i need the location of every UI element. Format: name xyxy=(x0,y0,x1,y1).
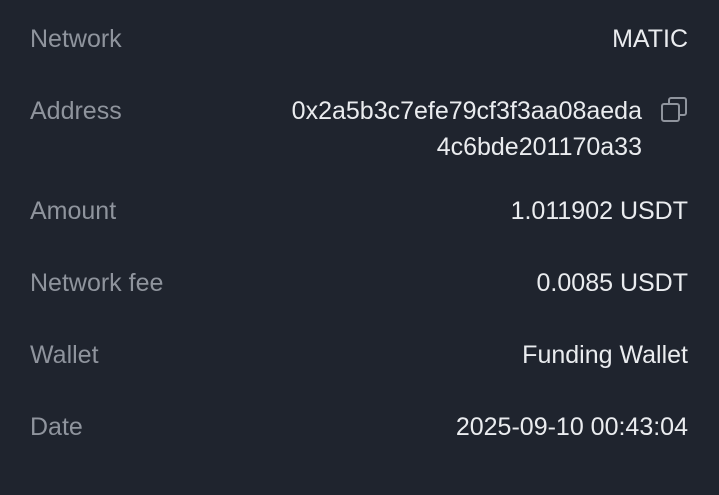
date-row: Date 2025-09-10 00:43:04 xyxy=(30,412,688,442)
amount-label: Amount xyxy=(30,197,117,225)
wallet-row: Wallet Funding Wallet xyxy=(30,340,688,370)
date-value: 2025-09-10 00:43:04 xyxy=(455,413,688,441)
network-row: Network MATIC xyxy=(30,24,688,54)
address-row: Address 0x2a5b3c7efe79cf3f3aa08aeda 4c6b… xyxy=(30,93,688,165)
wallet-label: Wallet xyxy=(30,341,99,369)
network-fee-label: Network fee xyxy=(30,269,164,297)
address-line-2: 4c6bde201170a33 xyxy=(436,133,642,161)
address-value: 0x2a5b3c7efe79cf3f3aa08aeda 4c6bde201170… xyxy=(292,93,642,165)
network-label: Network xyxy=(30,25,122,53)
address-label: Address xyxy=(30,97,122,125)
copy-icon[interactable] xyxy=(660,96,688,124)
address-value-group: 0x2a5b3c7efe79cf3f3aa08aeda 4c6bde201170… xyxy=(292,93,688,165)
network-value: MATIC xyxy=(612,25,688,53)
network-fee-row: Network fee 0.0085 USDT xyxy=(30,268,688,298)
network-fee-value: 0.0085 USDT xyxy=(536,269,688,297)
amount-value: 1.011902 USDT xyxy=(510,197,688,225)
address-line-1: 0x2a5b3c7efe79cf3f3aa08aeda xyxy=(291,97,642,125)
date-label: Date xyxy=(30,413,83,441)
transaction-details: Network MATIC Address 0x2a5b3c7efe79cf3f… xyxy=(0,0,719,495)
amount-row: Amount 1.011902 USDT xyxy=(30,196,688,226)
wallet-value: Funding Wallet xyxy=(522,341,688,369)
